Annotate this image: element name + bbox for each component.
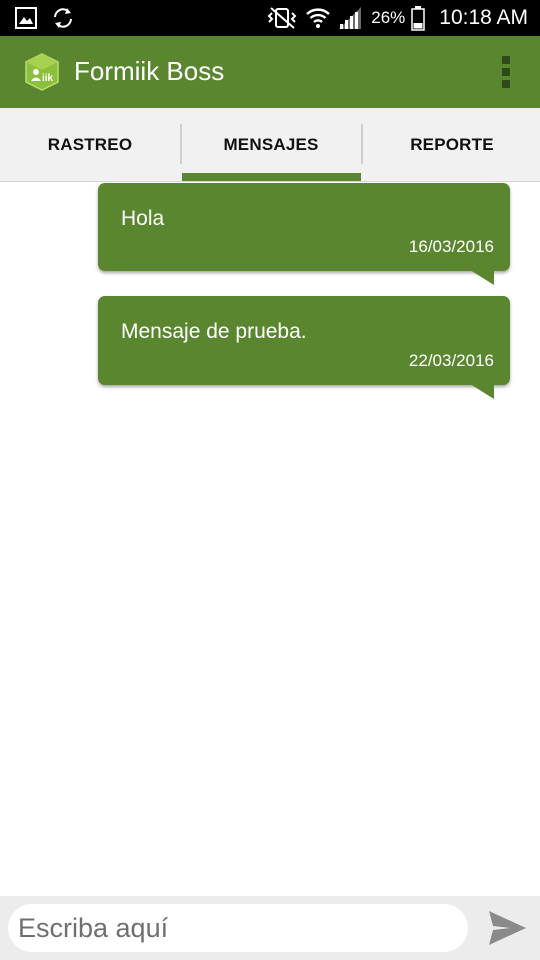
status-time: 10:18 AM	[439, 6, 528, 29]
bubble-tail	[470, 270, 494, 285]
bubble-tail	[470, 384, 494, 399]
message-date: 16/03/2016	[408, 237, 494, 256]
selected-tab-indicator	[182, 173, 361, 181]
send-button[interactable]	[486, 908, 528, 948]
tab-bar: RASTREO MENSAJES REPORTE	[0, 108, 540, 182]
gallery-icon	[15, 7, 37, 29]
message-list[interactable]: Hola 16/03/2016 Mensaje de prueba. 22/03…	[0, 182, 540, 896]
message-date: 22/03/2016	[408, 351, 494, 370]
battery-percent: 26%	[371, 8, 406, 27]
tab-mensajes[interactable]: MENSAJES	[181, 108, 361, 181]
status-right-icons: 26% 10:18 AM	[265, 3, 528, 33]
signal-icon	[339, 7, 362, 29]
message-composer	[0, 896, 540, 960]
tab-label: MENSAJES	[223, 134, 319, 154]
formiik-logo-icon: iik	[25, 53, 59, 91]
app-bar: iik Formiik Boss	[0, 36, 540, 108]
app-screen: 26% 10:18 AM iik Formiik Boss RASTREO ME…	[0, 0, 540, 960]
tab-rastreo[interactable]: RASTREO	[0, 108, 180, 181]
logo-text: iik	[42, 73, 54, 84]
message-bubble[interactable]: Mensaje de prueba. 22/03/2016	[98, 296, 510, 399]
app-title: Formiik Boss	[74, 56, 225, 86]
vibrate-icon	[267, 7, 297, 29]
message-text: Hola	[121, 207, 165, 230]
overflow-menu-button[interactable]	[498, 54, 514, 90]
sync-icon	[54, 8, 72, 28]
status-left-icons	[14, 5, 76, 31]
message-input[interactable]	[8, 904, 468, 952]
tab-reporte[interactable]: REPORTE	[362, 108, 540, 181]
wifi-icon	[306, 8, 331, 28]
battery-icon	[411, 6, 426, 31]
message-text: Mensaje de prueba.	[121, 320, 307, 343]
send-icon	[489, 911, 526, 945]
status-bar: 26% 10:18 AM	[0, 0, 540, 36]
tab-label: REPORTE	[410, 134, 494, 154]
tab-label: RASTREO	[47, 134, 133, 154]
message-bubble[interactable]: Hola 16/03/2016	[98, 183, 510, 285]
